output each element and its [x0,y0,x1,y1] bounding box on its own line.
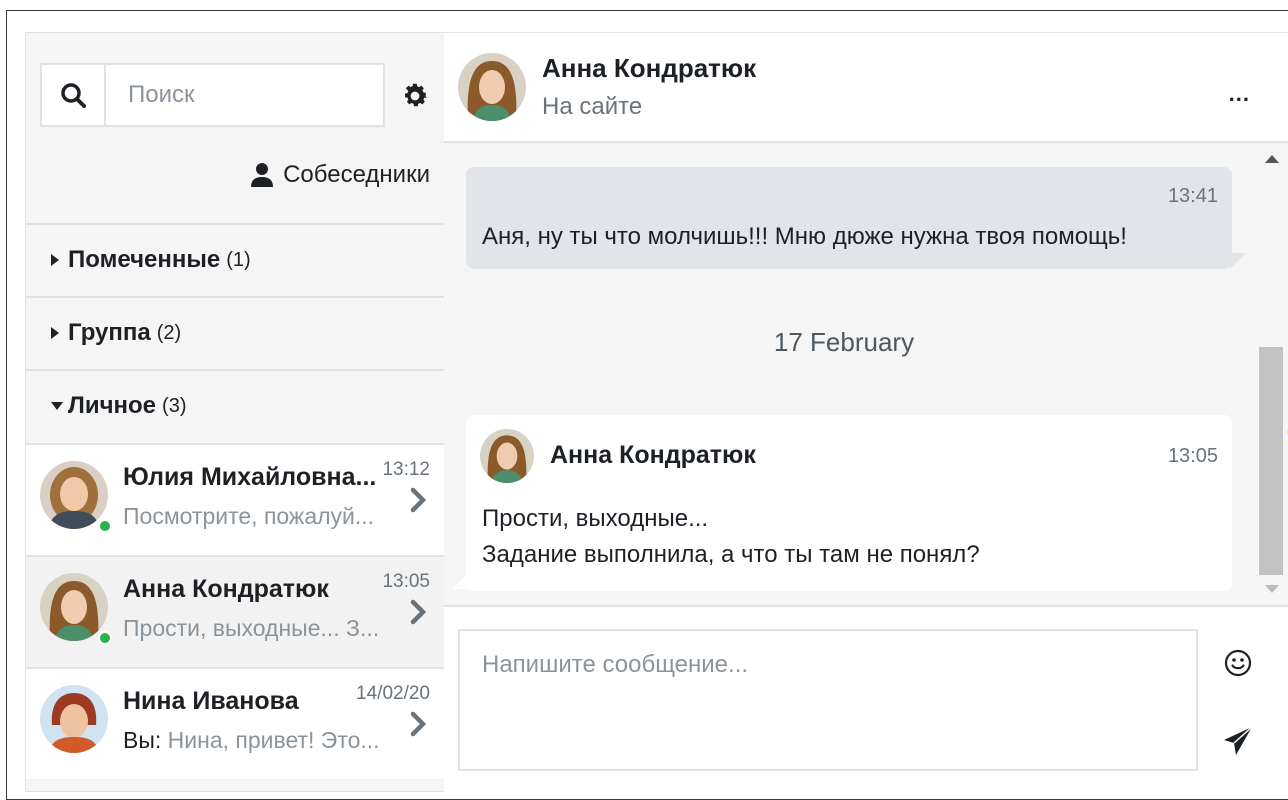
conversation-item[interactable]: Анна Кондратюк 13:05 Прости, выходные...… [26,555,444,667]
section-count: (1) [226,248,251,271]
avatar [40,685,108,753]
message-bubble-received: Анна Кондратюк 13:05 Прости, выходные...… [466,415,1232,591]
conversation-name: Юлия Михайловна... [123,463,377,491]
conversation-name: Нина Иванова [123,687,299,715]
contact-name[interactable]: Анна Кондратюк [542,53,756,84]
message-time: 13:41 [1167,185,1218,207]
contacts-sidebar: Собеседники Помеченные (1) Группа (2) Ли… [25,32,445,792]
section-private[interactable]: Личное (3) [26,369,444,441]
conversation-preview-text: Нина, привет! Это... [167,727,380,753]
message-area: 13:41 Аня, ну ты что молчишь!!! Мню дюже… [444,143,1288,605]
bubble-tail [1230,253,1246,269]
online-indicator [98,519,112,533]
contact-status: На сайте [542,93,643,120]
section-name: Группа [68,319,151,346]
search-box [40,63,403,127]
avatar [480,429,534,483]
you-prefix: Вы: [123,727,162,753]
conversation-panel: Анна Кондратюк На сайте ... 13:41 Аня, н… [444,32,1288,793]
caret-right-icon [51,254,59,266]
contacts-link[interactable]: Собеседники [251,161,430,189]
section-starred[interactable]: Помеченные (1) [26,223,444,295]
bubble-tail [452,573,468,589]
conversation-item[interactable]: Юлия Михайловна... 13:12 Посмотрите, пож… [26,443,444,555]
sender-name: Анна Кондратюк [550,441,756,469]
conversation-time: 13:12 [382,459,430,480]
conversation-time: 13:05 [382,571,430,592]
scroll-down-arrow[interactable] [1265,585,1279,593]
chevron-right-icon [410,599,426,625]
user-icon [251,163,274,187]
conversation-time: 14/02/20 [356,683,430,704]
chevron-right-icon [410,487,426,513]
search-button[interactable] [42,65,106,125]
gear-icon[interactable] [400,81,430,111]
scrollbar[interactable] [1255,143,1288,605]
search-icon [61,83,86,108]
avatar [40,461,108,529]
caret-right-icon [51,327,59,339]
scroll-up-arrow[interactable] [1265,155,1279,163]
send-icon[interactable] [1222,725,1254,757]
conversation-item[interactable]: Нина Иванова 14/02/20 Вы: Нина, привет! … [26,667,444,779]
section-count: (3) [162,394,187,417]
section-name: Личное [68,392,157,419]
conversation-name: Анна Кондратюк [123,575,329,603]
message-time: 13:05 [1167,445,1218,467]
message-text: Прости, выходные... [482,505,709,532]
message-text: Задание выполнила, а что ты там не понял… [482,541,980,568]
section-name: Помеченные [68,246,221,273]
section-count: (2) [156,321,182,344]
more-options-button[interactable]: ... [1229,81,1250,107]
online-indicator [98,631,112,645]
section-group[interactable]: Группа (2) [26,296,444,368]
message-bubble-sent: 13:41 Аня, ну ты что молчишь!!! Мню дюже… [466,167,1232,269]
message-input[interactable] [458,629,1198,771]
day-divider: 17 February [773,327,915,357]
caret-down-icon [51,402,63,410]
avatar[interactable] [458,53,526,121]
conversation-preview: Посмотрите, пожалуй... [123,503,375,529]
emoji-icon[interactable] [1224,649,1252,677]
avatar [40,573,108,641]
conversation-header: Анна Кондратюк На сайте ... [444,33,1288,143]
compose-area [444,605,1288,793]
search-input[interactable] [108,65,403,125]
conversation-preview: Прости, выходные... З... [123,615,380,641]
chevron-right-icon [410,711,426,737]
contacts-label: Собеседники [283,161,430,188]
scroll-thumb[interactable] [1259,347,1283,575]
message-text: Аня, ну ты что молчишь!!! Мню дюже нужна… [482,223,1127,250]
conversation-preview: Вы: Нина, привет! Это... [123,727,380,754]
